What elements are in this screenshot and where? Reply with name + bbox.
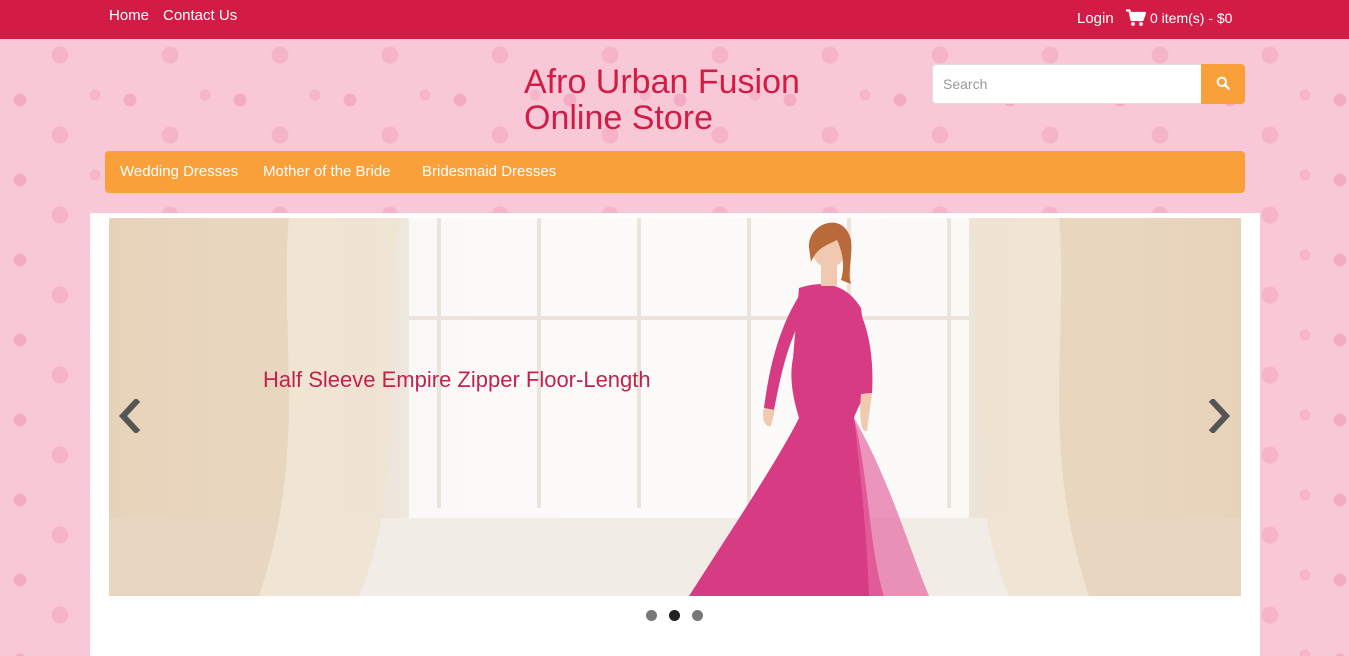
carousel-next-button[interactable] [1205,397,1235,438]
hero-carousel[interactable]: Half Sleeve Empire Zipper Floor-Length [109,218,1241,596]
cart-link[interactable]: 0 item(s) - $0 [1126,9,1232,27]
carousel-indicators [646,610,703,621]
category-wedding-dresses[interactable]: Wedding Dresses [120,163,238,180]
search-input[interactable] [932,64,1201,104]
chevron-right-icon [1208,397,1232,438]
carousel-prev-button[interactable] [114,397,144,438]
carousel-indicator-2[interactable] [669,610,680,621]
chevron-left-icon [117,397,141,438]
carousel-indicator-3[interactable] [692,610,703,621]
nav-link-home[interactable]: Home [109,7,149,24]
cart-summary: 0 item(s) - $0 [1150,10,1233,26]
slide-caption: Half Sleeve Empire Zipper Floor-Length [263,367,651,392]
search-icon [1216,76,1230,93]
shopping-cart-icon [1126,9,1146,27]
logo-line-2: Online Store [524,99,713,137]
store-logo[interactable]: Afro Urban Fusion Online Store [524,64,884,136]
search-button[interactable] [1201,64,1245,104]
logo-line-1: Afro Urban Fusion [524,63,800,101]
login-link[interactable]: Login [1077,10,1114,27]
slide-image [109,218,1241,596]
carousel-indicator-1[interactable] [646,610,657,621]
top-bar: Home Contact Us Login 0 item(s) - $0 [0,0,1349,39]
category-mother-of-the-bride[interactable]: Mother of the Bride [263,163,391,180]
search-form [932,64,1245,104]
nav-link-contact-us[interactable]: Contact Us [163,7,237,24]
category-nav: Wedding Dresses Mother of the Bride Brid… [105,151,1245,193]
category-bridesmaid-dresses[interactable]: Bridesmaid Dresses [422,163,556,180]
